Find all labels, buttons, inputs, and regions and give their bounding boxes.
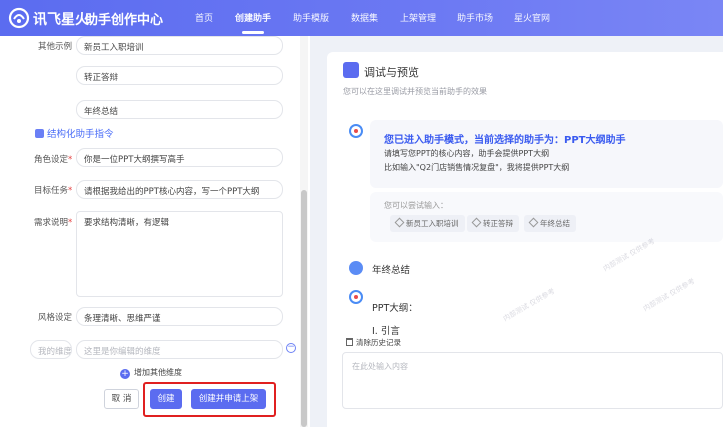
- app-title: 助手创作中心: [85, 13, 164, 28]
- examples-label: 其他示例: [38, 42, 73, 52]
- preview-title: 调试与预览: [364, 66, 419, 79]
- edit-icon: [528, 217, 539, 228]
- role-label: 角色设定*: [34, 155, 73, 165]
- custom-dimension-value-input[interactable]: 这里是你编辑的维度: [76, 340, 283, 359]
- brand-name: 讯飞星火: [33, 12, 89, 28]
- preview-subtitle: 您可以在这里调试并预览当前助手的效果: [343, 87, 487, 96]
- nav-assistant-market[interactable]: 助手市场: [457, 11, 493, 24]
- suggestion-chip-2[interactable]: 转正答辩: [467, 215, 519, 232]
- edit-icon: [394, 217, 405, 228]
- nav-spark-official-site[interactable]: 星火官网: [514, 11, 550, 24]
- add-dimension-button[interactable]: + 增加其他维度: [120, 367, 182, 379]
- example-field-3[interactable]: 年终总结: [76, 100, 283, 119]
- requirements-textarea[interactable]: 要求结构清晰，有逻辑: [76, 211, 283, 297]
- structured-instructions-heading: 结构化助手指令: [35, 126, 114, 140]
- trash-icon: [346, 338, 353, 346]
- role-field[interactable]: 你是一位PPT大纲撰写高手: [76, 148, 283, 167]
- welcome-line-2: 比如输入"Q2门店销售情况复盘"，我将提供PPT大纲: [384, 163, 570, 172]
- top-nav-bar: 讯飞星火 助手创作中心 首页 创建助手 助手模版 数据集 上架管理 助手市场 星…: [0, 0, 723, 36]
- style-field[interactable]: 条理清晰、思维严谨: [76, 307, 283, 326]
- example-field-2[interactable]: 转正答辩: [76, 66, 283, 85]
- example-field-1[interactable]: 新员工入职培训: [76, 36, 283, 55]
- chat-input[interactable]: 在此处输入内容: [342, 352, 723, 409]
- left-scrollbar-thumb[interactable]: [301, 190, 307, 427]
- suggestion-chip-3[interactable]: 年终总结: [524, 215, 576, 232]
- edit-icon: [471, 217, 482, 228]
- bot-avatar-icon: [349, 124, 363, 138]
- remove-dimension-icon[interactable]: −: [286, 343, 296, 353]
- bot-reply-line-2: I. 引言: [372, 326, 400, 337]
- nav-create-assistant[interactable]: 创建助手: [235, 11, 271, 24]
- bot-avatar-icon: [349, 290, 363, 304]
- suggestions-label: 您可以尝试输入：: [384, 201, 448, 210]
- nav-home[interactable]: 首页: [195, 11, 213, 24]
- nav-datasets[interactable]: 数据集: [351, 11, 378, 24]
- requirements-label: 需求说明*: [34, 218, 73, 228]
- spark-logo-icon: [8, 7, 30, 29]
- cancel-button[interactable]: 取 消: [104, 389, 139, 409]
- goal-label: 目标任务*: [34, 186, 73, 196]
- cube-icon: [35, 129, 44, 138]
- active-nav-indicator: [242, 31, 264, 34]
- custom-dimension-label-input[interactable]: 我的维度: [30, 340, 72, 359]
- user-avatar-icon: [349, 261, 363, 275]
- user-message: 年终总结: [372, 265, 411, 276]
- goal-field[interactable]: 请根据我给出的PPT核心内容，写一个PPT大纲: [76, 180, 283, 199]
- preview-icon: [343, 62, 359, 78]
- highlight-annotation-box: [143, 382, 276, 417]
- welcome-line-1: 请填写您PPT的核心内容，助手会提供PPT大纲: [384, 149, 550, 158]
- plus-icon: +: [120, 369, 130, 379]
- welcome-title: 您已进入助手模式，当前选择的助手为：PPT大纲助手: [384, 135, 626, 146]
- suggestion-chip-1[interactable]: 新员工入职培训: [390, 215, 465, 232]
- nav-listing-management[interactable]: 上架管理: [400, 11, 436, 24]
- clear-history-button[interactable]: 清除历史记录: [346, 337, 401, 348]
- bot-reply-line-1: PPT大纲：: [372, 303, 418, 314]
- nav-assistant-templates[interactable]: 助手模版: [293, 11, 329, 24]
- style-label: 风格设定: [38, 313, 73, 323]
